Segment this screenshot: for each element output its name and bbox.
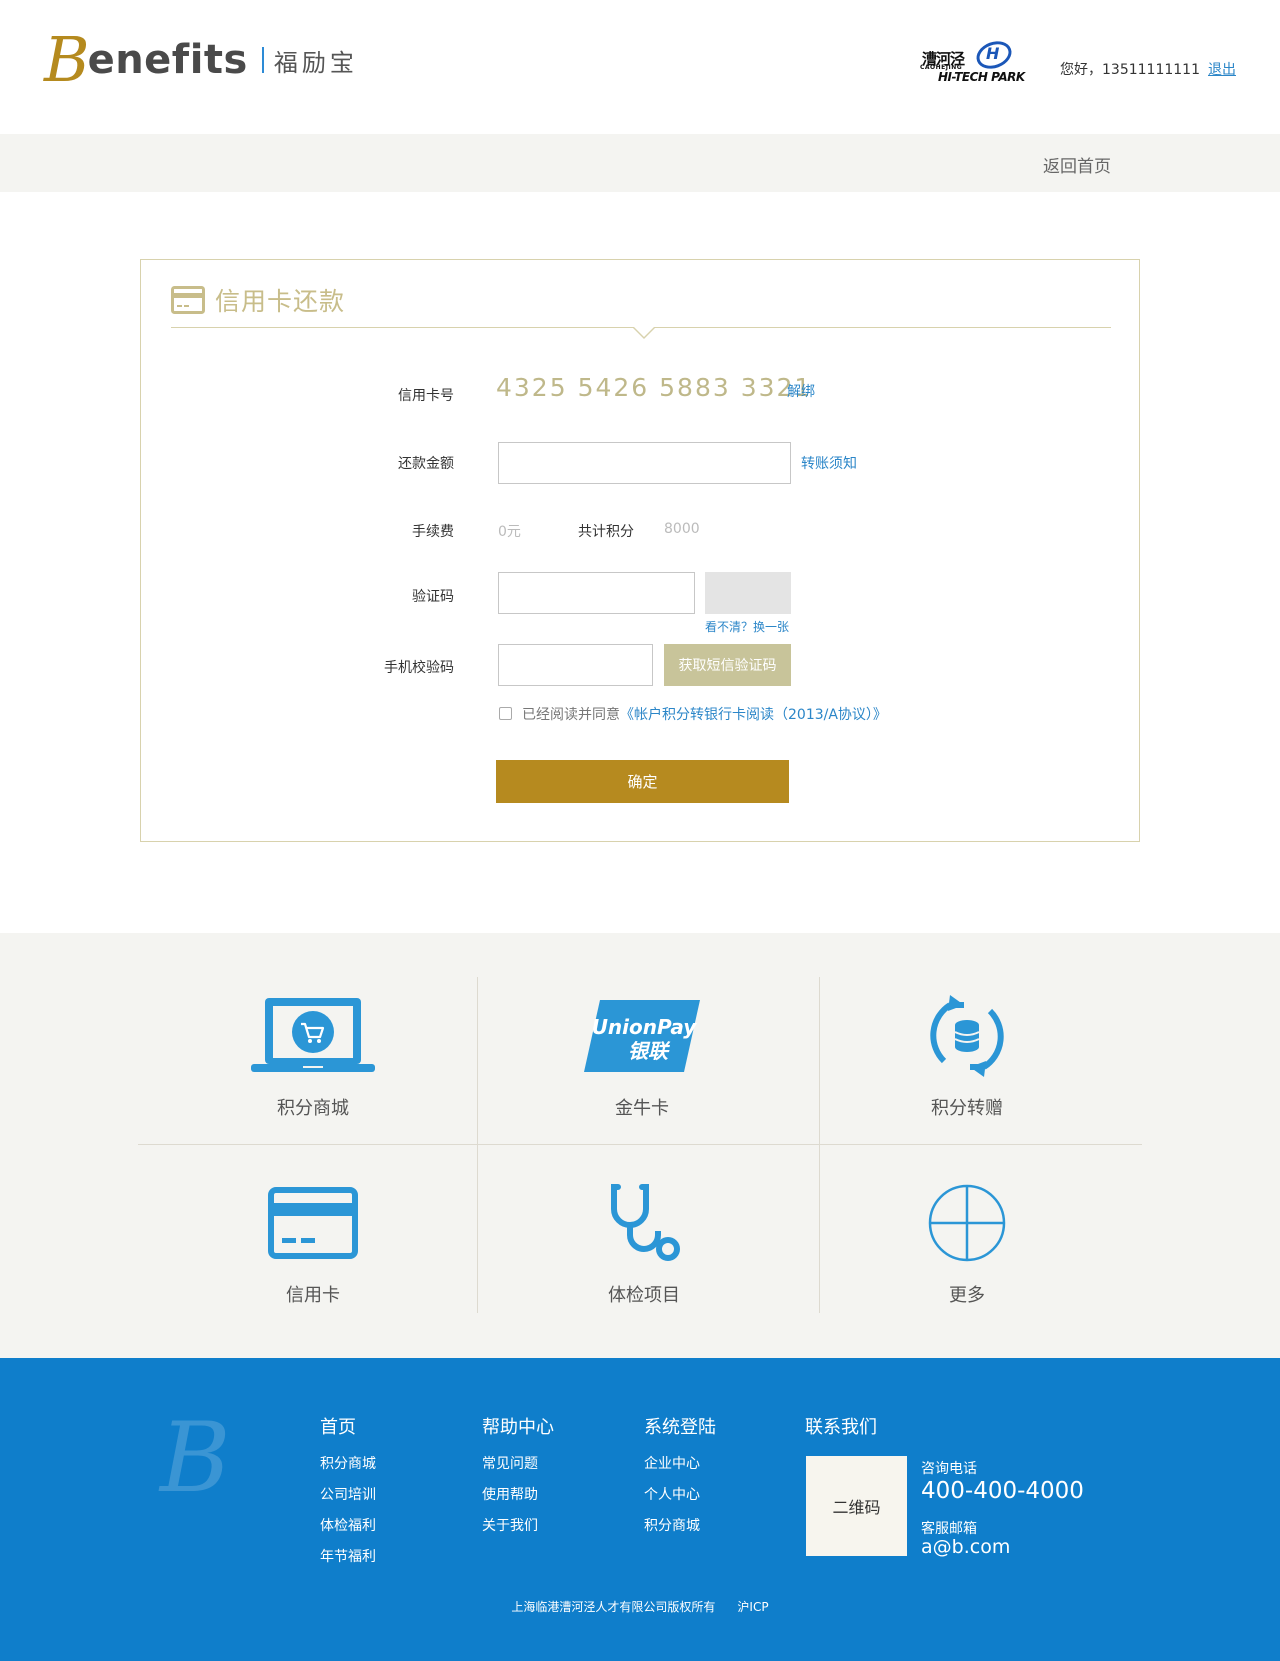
footer-col-contact: 联系我们 (805, 1413, 877, 1453)
footer-logo: B (160, 1402, 231, 1514)
footer-col-help: 帮助中心 常见问题 使用帮助 关于我们 (482, 1413, 554, 1546)
title-divider-notch (632, 326, 656, 339)
logo-chinese: 福励宝 (273, 48, 358, 77)
service-jinniu-card[interactable]: UnionPay 银联 金牛卡 (492, 986, 792, 1146)
benefits-logo[interactable]: B enefits 福励宝 (44, 23, 358, 96)
site-footer: B 首页 积分商城 公司培训 体检福利 年节福利 帮助中心 常见问题 使用帮助 … (0, 1358, 1280, 1661)
footer-link[interactable]: 公司培训 (320, 1484, 376, 1503)
phone-number: 400-400-4000 (921, 1478, 1084, 1504)
nav-bar: 返回首页 (0, 134, 1280, 192)
partner-name-en: HI-TECH PARK (938, 70, 1025, 84)
credit-card-icon (171, 286, 205, 314)
agreement-prefix: 已经阅读并同意 (522, 707, 620, 723)
amount-input[interactable] (498, 442, 791, 484)
qr-code: 二维码 (806, 1456, 907, 1556)
service-more[interactable]: 更多 (817, 1173, 1117, 1333)
coin-transfer-icon (930, 995, 1004, 1077)
email-label: 客服邮箱 (921, 1521, 977, 1537)
copyright-line: 上海临港漕河泾人才有限公司版权所有 沪ICP (0, 1598, 1280, 1615)
total-points-label: 共计积分 (578, 524, 634, 540)
copyright-text: 上海临港漕河泾人才有限公司版权所有 (511, 1600, 716, 1614)
get-sms-code-button[interactable]: 获取短信验证码 (664, 644, 791, 686)
credit-card-icon (268, 1187, 358, 1259)
service-points-transfer[interactable]: 积分转赠 (817, 986, 1117, 1146)
footer-link[interactable]: 积分商城 (320, 1453, 376, 1472)
footer-link[interactable]: 体检福利 (320, 1515, 376, 1534)
captcha-label: 验证码 (412, 589, 454, 605)
service-health-checkup[interactable]: 体检项目 (494, 1173, 794, 1333)
laptop-cart-icon (251, 998, 375, 1072)
transfer-notice-link[interactable]: 转账须知 (801, 453, 857, 473)
footer-col-title[interactable]: 系统登陆 (644, 1413, 716, 1439)
panel-title: 信用卡还款 (215, 287, 346, 316)
service-points-mall[interactable]: 积分商城 (163, 986, 463, 1146)
footer-link[interactable]: 个人中心 (644, 1484, 716, 1503)
back-home-link[interactable]: 返回首页 (1043, 152, 1111, 177)
unionpay-icon: UnionPay 银联 (584, 1000, 700, 1072)
sms-code-label: 手机校验码 (384, 660, 454, 676)
service-label: 积分商城 (277, 1098, 349, 1119)
service-label: 体检项目 (608, 1285, 680, 1306)
phone-label: 咨询电话 (921, 1461, 977, 1477)
agreement-link[interactable]: 《帐户积分转银行卡阅读（2013/A协议）》 (620, 707, 887, 723)
unbind-link[interactable]: 解绑 (787, 381, 815, 401)
footer-col-title[interactable]: 帮助中心 (482, 1413, 554, 1439)
service-label: 信用卡 (286, 1285, 340, 1306)
caohejing-partner-logo: H 漕河泾 CAOHEJING HI-TECH PARK (920, 36, 1028, 86)
partner-mark-letter: H (986, 44, 1000, 63)
unionpay-text: UnionPay (592, 1015, 698, 1039)
fee-label: 手续费 (412, 524, 454, 540)
footer-link[interactable]: 企业中心 (644, 1453, 716, 1472)
footer-link[interactable]: 关于我们 (482, 1515, 554, 1534)
card-number-value: 4325 5426 5883 3321 (496, 373, 813, 402)
agreement-checkbox[interactable] (499, 707, 512, 720)
logo-letter: B (44, 23, 90, 96)
stethoscope-icon (611, 1184, 680, 1261)
footer-col-home: 首页 积分商城 公司培训 体检福利 年节福利 (320, 1413, 376, 1577)
footer-col-title[interactable]: 首页 (320, 1413, 376, 1439)
footer-link[interactable]: 积分商城 (644, 1515, 716, 1534)
footer-col-login: 系统登陆 企业中心 个人中心 积分商城 (644, 1413, 716, 1546)
service-label: 更多 (949, 1285, 985, 1306)
logo-divider (261, 47, 264, 73)
card-number-label: 信用卡号 (398, 388, 454, 404)
agreement-text: 已经阅读并同意《帐户积分转银行卡阅读（2013/A协议）》 (522, 704, 887, 724)
footer-link[interactable]: 常见问题 (482, 1453, 554, 1472)
service-label: 金牛卡 (615, 1098, 669, 1119)
logout-link[interactable]: 退出 (1208, 59, 1236, 79)
footer-link[interactable]: 年节福利 (320, 1546, 376, 1565)
captcha-image[interactable] (705, 572, 791, 614)
email-address[interactable]: a@b.com (921, 1536, 1010, 1558)
captcha-refresh-link[interactable]: 看不清？换一张 (705, 618, 789, 635)
service-credit-card[interactable]: 信用卡 (163, 1173, 463, 1333)
services-grid: 积分商城 UnionPay 银联 金牛卡 积分转赠 信用卡 体检项目 更多 (0, 933, 1280, 1358)
footer-col-title: 联系我们 (805, 1417, 877, 1438)
amount-label: 还款金额 (398, 456, 454, 472)
panel-header: 信用卡还款 (171, 280, 345, 320)
repayment-panel: 信用卡还款 信用卡号 4325 5426 5883 3321 解绑 还款金额 转… (140, 259, 1140, 842)
user-greeting: 您好，13511111111 (1060, 62, 1200, 78)
footer-link[interactable]: 使用帮助 (482, 1484, 554, 1503)
grid-divider (477, 977, 478, 1313)
sms-code-input[interactable] (498, 644, 653, 686)
logo-word: enefits (87, 37, 248, 83)
captcha-input[interactable] (498, 572, 695, 614)
service-label: 积分转赠 (931, 1098, 1003, 1119)
confirm-button[interactable]: 确定 (496, 760, 789, 803)
icp-text[interactable]: 沪ICP (737, 1600, 768, 1614)
unionpay-cn-text: 银联 (628, 1039, 671, 1063)
total-points-value: 8000 (664, 521, 700, 537)
site-header: B enefits 福励宝 H 漕河泾 CAOHEJING HI-TECH PA… (0, 0, 1280, 134)
plus-circle-icon (928, 1184, 1006, 1262)
